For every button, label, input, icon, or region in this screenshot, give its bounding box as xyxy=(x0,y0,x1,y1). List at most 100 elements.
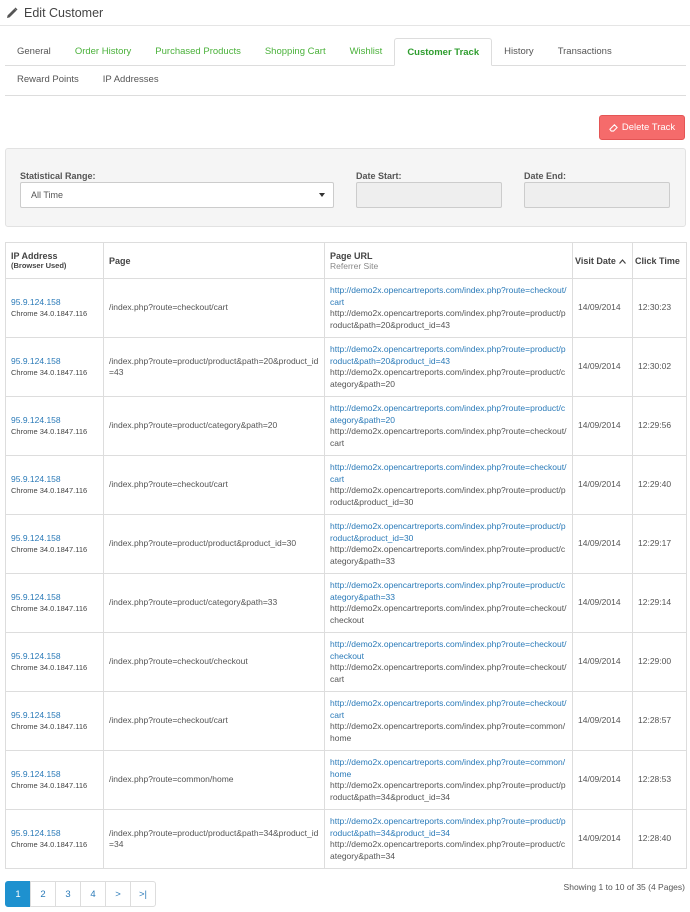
click-time-cell: 12:28:53 xyxy=(632,750,687,810)
browser-used: Chrome 34.0.1847.116 xyxy=(11,722,88,731)
browser-used: Chrome 34.0.1847.116 xyxy=(11,663,88,672)
browser-used: Chrome 34.0.1847.116 xyxy=(11,840,88,849)
table-row: 95.9.124.158 Chrome 34.0.1847.116/index.p… xyxy=(5,809,687,869)
visit-date-cell: 14/09/2014 xyxy=(572,396,633,456)
ip-cell: 95.9.124.158 Chrome 34.0.1847.116 xyxy=(5,573,104,633)
statistical-range-value: All Time xyxy=(31,190,64,200)
date-end-label: Date End: xyxy=(524,171,567,181)
eraser-icon xyxy=(609,124,618,132)
tab-customer-track[interactable]: Customer Track xyxy=(394,38,493,66)
ip-cell: 95.9.124.158 Chrome 34.0.1847.116 xyxy=(5,455,104,515)
col-click-time: Click Time xyxy=(632,242,687,279)
visit-date-cell: 14/09/2014 xyxy=(572,455,633,515)
page-url-link[interactable]: http://demo2x.opencartreports.com/index.… xyxy=(330,757,567,780)
click-time-cell: 12:29:17 xyxy=(632,514,687,574)
pagination-next[interactable]: > xyxy=(105,881,131,907)
col-visit-label: Visit Date xyxy=(575,255,616,266)
click-time-cell: 12:28:57 xyxy=(632,691,687,751)
visit-date-cell: 14/09/2014 xyxy=(572,750,633,810)
col-url-sublabel: Referrer Site xyxy=(330,260,379,271)
col-page: Page xyxy=(103,242,325,279)
url-cell: http://demo2x.opencartreports.com/index.… xyxy=(324,278,573,338)
tab-history[interactable]: History xyxy=(492,38,546,65)
pagination-page-1[interactable]: 1 xyxy=(5,881,31,907)
visit-date-cell: 14/09/2014 xyxy=(572,691,633,751)
ip-address-link[interactable]: 95.9.124.158 xyxy=(11,297,61,307)
click-time-cell: 12:30:23 xyxy=(632,278,687,338)
date-end-input[interactable] xyxy=(524,182,670,208)
tab-shopping-cart[interactable]: Shopping Cart xyxy=(253,38,338,65)
delete-track-button[interactable]: Delete Track xyxy=(599,115,685,140)
tab-reward-points[interactable]: Reward Points xyxy=(5,66,91,94)
tab-ip-addresses[interactable]: IP Addresses xyxy=(91,66,171,94)
ip-address-link[interactable]: 95.9.124.158 xyxy=(11,356,61,366)
referrer-site: http://demo2x.opencartreports.com/index.… xyxy=(330,308,566,330)
referrer-site: http://demo2x.opencartreports.com/index.… xyxy=(330,544,566,566)
caret-down-icon xyxy=(319,193,325,197)
tab-wishlist[interactable]: Wishlist xyxy=(338,38,395,65)
browser-used: Chrome 34.0.1847.116 xyxy=(11,545,88,554)
page-cell: /index.php?route=product/category&path=2… xyxy=(103,396,325,456)
ip-cell: 95.9.124.158 Chrome 34.0.1847.116 xyxy=(5,278,104,338)
ip-address-link[interactable]: 95.9.124.158 xyxy=(11,769,61,779)
click-time-cell: 12:28:40 xyxy=(632,809,687,869)
pagination-page-4[interactable]: 4 xyxy=(80,881,106,907)
ip-cell: 95.9.124.158 Chrome 34.0.1847.116 xyxy=(5,632,104,692)
page-url-link[interactable]: http://demo2x.opencartreports.com/index.… xyxy=(330,344,567,367)
page-title: Edit Customer xyxy=(24,5,104,20)
url-cell: http://demo2x.opencartreports.com/index.… xyxy=(324,573,573,633)
page-url-link[interactable]: http://demo2x.opencartreports.com/index.… xyxy=(330,816,567,839)
page-cell: /index.php?route=common/home xyxy=(103,750,325,810)
page-url-link[interactable]: http://demo2x.opencartreports.com/index.… xyxy=(330,580,567,603)
ip-address-link[interactable]: 95.9.124.158 xyxy=(11,651,61,661)
click-time-cell: 12:29:14 xyxy=(632,573,687,633)
page-cell: /index.php?route=product/product&path=34… xyxy=(103,809,325,869)
tab-purchased-products[interactable]: Purchased Products xyxy=(143,38,253,65)
page-cell: /index.php?route=checkout/checkout xyxy=(103,632,325,692)
col-url-label: Page URL xyxy=(330,250,373,261)
table-row: 95.9.124.158 Chrome 34.0.1847.116/index.p… xyxy=(5,278,687,338)
tabs-divider xyxy=(5,95,686,96)
page-url-link[interactable]: http://demo2x.opencartreports.com/index.… xyxy=(330,639,567,662)
page-cell: /index.php?route=checkout/cart xyxy=(103,278,325,338)
statistical-range-select[interactable]: All Time xyxy=(20,182,334,208)
pagination-last[interactable]: >| xyxy=(130,881,156,907)
url-cell: http://demo2x.opencartreports.com/index.… xyxy=(324,809,573,869)
visit-date-cell: 14/09/2014 xyxy=(572,573,633,633)
ip-address-link[interactable]: 95.9.124.158 xyxy=(11,828,61,838)
visit-date-cell: 14/09/2014 xyxy=(572,278,633,338)
ip-address-link[interactable]: 95.9.124.158 xyxy=(11,474,61,484)
col-visit-date[interactable]: Visit Date xyxy=(572,242,633,279)
visit-date-cell: 14/09/2014 xyxy=(572,337,633,397)
page-url-link[interactable]: http://demo2x.opencartreports.com/index.… xyxy=(330,403,567,426)
referrer-site: http://demo2x.opencartreports.com/index.… xyxy=(330,426,567,448)
pagination-page-3[interactable]: 3 xyxy=(55,881,81,907)
tab-general[interactable]: General xyxy=(5,38,63,65)
ip-address-link[interactable]: 95.9.124.158 xyxy=(11,592,61,602)
table-row: 95.9.124.158 Chrome 34.0.1847.116/index.p… xyxy=(5,396,687,456)
tab-row-primary: General Order History Purchased Products Sh… xyxy=(5,38,686,66)
page-url-link[interactable]: http://demo2x.opencartreports.com/index.… xyxy=(330,521,567,544)
tab-order-history[interactable]: Order History xyxy=(63,38,143,65)
ip-address-link[interactable]: 95.9.124.158 xyxy=(11,533,61,543)
referrer-site: http://demo2x.opencartreports.com/index.… xyxy=(330,839,566,861)
referrer-site: http://demo2x.opencartreports.com/index.… xyxy=(330,780,566,802)
url-cell: http://demo2x.opencartreports.com/index.… xyxy=(324,396,573,456)
ip-cell: 95.9.124.158 Chrome 34.0.1847.116 xyxy=(5,809,104,869)
click-time-cell: 12:29:56 xyxy=(632,396,687,456)
table-row: 95.9.124.158 Chrome 34.0.1847.116/index.p… xyxy=(5,750,687,810)
ip-address-link[interactable]: 95.9.124.158 xyxy=(11,710,61,720)
page-url-link[interactable]: http://demo2x.opencartreports.com/index.… xyxy=(330,462,567,485)
tab-transactions[interactable]: Transactions xyxy=(546,38,624,65)
page-url-link[interactable]: http://demo2x.opencartreports.com/index.… xyxy=(330,698,567,721)
page-url-link[interactable]: http://demo2x.opencartreports.com/index.… xyxy=(330,285,567,308)
referrer-site: http://demo2x.opencartreports.com/index.… xyxy=(330,721,566,743)
table-row: 95.9.124.158 Chrome 34.0.1847.116/index.p… xyxy=(5,455,687,515)
browser-used: Chrome 34.0.1847.116 xyxy=(11,781,88,790)
ip-address-link[interactable]: 95.9.124.158 xyxy=(11,415,61,425)
browser-used: Chrome 34.0.1847.116 xyxy=(11,427,88,436)
referrer-site: http://demo2x.opencartreports.com/index.… xyxy=(330,662,567,684)
pagination-page-2[interactable]: 2 xyxy=(30,881,56,907)
date-start-input[interactable] xyxy=(356,182,502,208)
page-cell: /index.php?route=product/product&path=20… xyxy=(103,337,325,397)
